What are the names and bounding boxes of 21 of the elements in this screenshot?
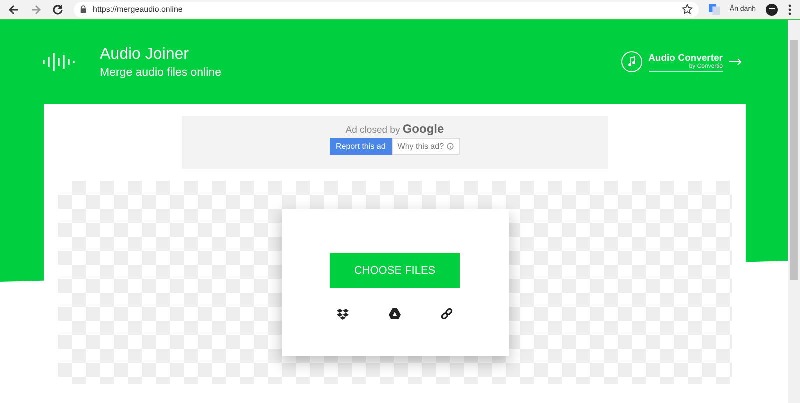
- scrollbar[interactable]: [788, 20, 800, 403]
- reload-icon[interactable]: [52, 4, 64, 16]
- app-title: Audio Joiner: [100, 46, 190, 64]
- forward-icon[interactable]: [30, 4, 42, 16]
- waveform-icon: [42, 51, 76, 73]
- link-icon[interactable]: [441, 308, 453, 320]
- dropbox-icon[interactable]: [337, 308, 349, 320]
- ad-button[interactable]: Report this ad: [330, 138, 392, 155]
- ad-button[interactable]: Why this ad?: [392, 138, 460, 155]
- arrow-right-icon: [729, 58, 743, 66]
- music-note-icon: [620, 51, 643, 73]
- url-text: https://mergeaudio.online: [93, 5, 183, 14]
- menu-icon[interactable]: [788, 4, 792, 16]
- info-icon: [447, 143, 454, 150]
- ad-closed-text: Ad closed by Google: [346, 122, 444, 136]
- lock-icon: [80, 5, 87, 14]
- address-bar[interactable]: https://mergeaudio.online: [74, 2, 699, 18]
- star-icon[interactable]: [682, 4, 693, 15]
- drive-icon[interactable]: [389, 308, 401, 319]
- back-icon[interactable]: [8, 4, 20, 16]
- app-subtitle: Merge audio files online: [100, 66, 222, 78]
